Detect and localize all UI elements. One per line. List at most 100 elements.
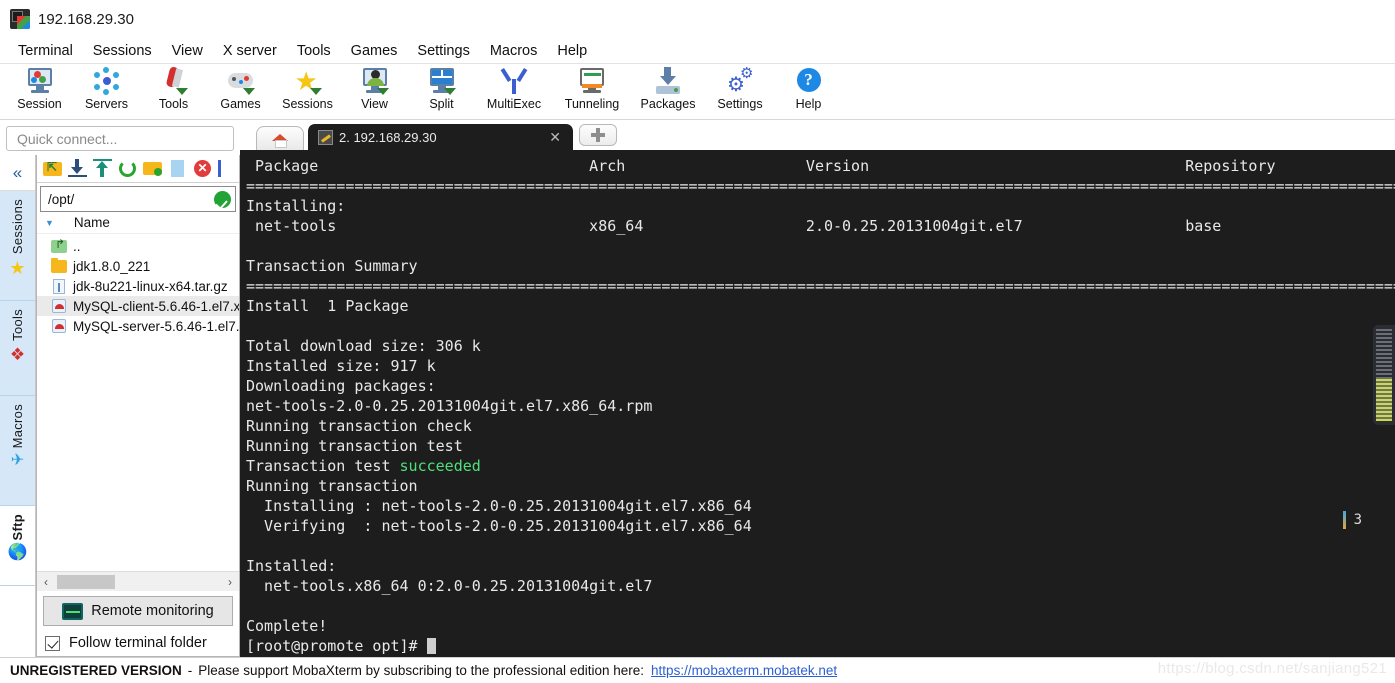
sftp-file-browser: ⇱ ✕ /opt/ ▼ Name ↰ .. jdk1.8.0_221 jdk-8… (36, 155, 240, 657)
follow-terminal-folder-checkbox[interactable]: Follow terminal folder (37, 630, 239, 656)
toolbar-label-multiexec: MultiExec (486, 97, 542, 111)
tools-icon (159, 66, 189, 96)
home-tab[interactable] (256, 126, 304, 150)
toolbar-button-split[interactable]: Split (408, 64, 475, 111)
go-up-folder-icon[interactable]: ⇱ (43, 159, 62, 178)
terminal-cursor (426, 638, 436, 654)
toolbar-button-tunneling[interactable]: Tunneling (553, 64, 631, 111)
terminal-line: Install 1 Package (246, 297, 409, 315)
toolbar-button-games[interactable]: Games (207, 64, 274, 111)
double-chevron-left-icon[interactable]: « (0, 155, 35, 191)
list-item[interactable]: jdk-8u221-linux-x64.tar.gz (37, 276, 239, 296)
status-dash: - (187, 663, 193, 678)
file-browser-path-input[interactable]: /opt/ (40, 186, 236, 212)
left-panel: Quick connect... « Sessions ★ Tools ❖ Ma… (0, 120, 240, 657)
green-check-icon (214, 190, 231, 208)
toolbar-button-tools[interactable]: Tools (140, 64, 207, 111)
file-browser-horizontal-scrollbar[interactable]: ‹ › (37, 571, 239, 591)
scroll-left-arrow-icon[interactable]: ‹ (37, 575, 55, 589)
close-icon[interactable]: ✕ (543, 129, 567, 146)
menu-view[interactable]: View (162, 41, 213, 61)
scrollbar-thumb[interactable] (57, 574, 115, 589)
new-file-icon[interactable] (168, 159, 187, 178)
toolbar-button-sessions[interactable]: ★ Sessions (274, 64, 341, 111)
download-icon[interactable] (68, 159, 87, 178)
terminal-success-text: succeeded (399, 457, 481, 475)
quick-connect-input[interactable]: Quick connect... (6, 126, 234, 151)
list-item[interactable]: MySQL-client-5.6.46-1.el7.x (37, 296, 239, 316)
toolbar-button-view[interactable]: View (341, 64, 408, 111)
mobaxterm-logo-icon (10, 9, 30, 29)
terminal-output[interactable]: Package Arch Version Repository ========… (240, 150, 1395, 657)
toolbar-button-help[interactable]: ? Help (775, 64, 842, 111)
toolbar-button-packages[interactable]: Packages (631, 64, 705, 111)
terminal-line: Installing : net-tools-2.0-0.25.20131004… (246, 497, 752, 515)
terminal-line: Verifying : net-tools-2.0-0.25.20131004g… (246, 517, 752, 535)
file-name: MySQL-client-5.6.46-1.el7.x (73, 298, 239, 314)
mobaxterm-link[interactable]: https://mobaxterm.mobatek.net (651, 663, 837, 678)
status-message: Please support MobaXterm by subscribing … (198, 663, 645, 678)
sidebar-tab-macros[interactable]: Macros ✈ (0, 396, 35, 506)
new-tab-button[interactable] (579, 124, 617, 146)
upload-icon[interactable] (93, 159, 112, 178)
new-folder-icon[interactable] (143, 159, 162, 178)
sidebar-tab-macros-label: Macros (10, 404, 25, 449)
usage-fill (1376, 379, 1392, 421)
terminal-line: Installing: (246, 197, 346, 215)
games-icon (226, 66, 256, 96)
checkbox-checked-icon[interactable] (45, 635, 60, 651)
toolbar-button-settings[interactable]: ⚙ ⚙ Settings (705, 64, 775, 111)
view-icon (360, 66, 390, 96)
terminal-line: Complete! (246, 617, 328, 635)
mini-value: 3 (1353, 512, 1362, 528)
sidebar-tab-tools[interactable]: Tools ❖ (0, 301, 35, 396)
menu-macros[interactable]: Macros (480, 41, 548, 61)
menu-games[interactable]: Games (341, 41, 408, 61)
menu-help[interactable]: Help (547, 41, 597, 61)
help-question-icon: ? (794, 66, 824, 96)
delete-icon[interactable]: ✕ (193, 159, 212, 178)
menu-tools[interactable]: Tools (287, 41, 341, 61)
terminal-line: ========================================… (246, 277, 1395, 295)
menu-terminal[interactable]: Terminal (8, 41, 83, 61)
file-name: .. (73, 238, 81, 254)
toolbar-button-session[interactable]: Session (6, 64, 73, 111)
folder-icon (51, 258, 67, 274)
terminal-usage-widget[interactable] (1373, 325, 1395, 425)
sidebar-tab-tools-label: Tools (10, 309, 25, 341)
file-browser-column-header[interactable]: ▼ Name (37, 212, 239, 234)
list-item[interactable]: MySQL-server-5.6.46-1.el7.x (37, 316, 239, 336)
terminal-prompt-line: [root@promote opt]# (246, 636, 1395, 656)
remote-monitoring-button[interactable]: Remote monitoring (43, 596, 233, 626)
toolbar-label-split: Split (429, 97, 454, 111)
menu-settings[interactable]: Settings (407, 41, 479, 61)
toolbar-label-help: Help (795, 97, 822, 111)
main-body: Quick connect... « Sessions ★ Tools ❖ Ma… (0, 120, 1395, 657)
monitor-graph-icon (62, 602, 84, 620)
list-item[interactable]: .. (37, 236, 239, 256)
star-icon: ★ (9, 258, 26, 279)
file-browser-list[interactable]: .. jdk1.8.0_221 jdk-8u221-linux-x64.tar.… (37, 234, 239, 571)
parent-folder-icon (51, 238, 67, 254)
unregistered-version-label: UNREGISTERED VERSION (10, 663, 182, 678)
scrollbar-track[interactable] (55, 574, 221, 589)
tab-strip: 2. 192.168.29.30 ✕ (240, 120, 1395, 150)
sidebar-tab-sftp[interactable]: Sftp 🌎 (0, 506, 35, 586)
scroll-right-arrow-icon[interactable]: › (221, 575, 239, 589)
menu-xserver[interactable]: X server (213, 41, 287, 61)
refresh-icon[interactable] (118, 159, 137, 178)
menu-bar: Terminal Sessions View X server Tools Ga… (0, 38, 1395, 64)
terminal-tab[interactable]: 2. 192.168.29.30 ✕ (308, 124, 573, 150)
toolbar-button-servers[interactable]: Servers (73, 64, 140, 111)
packages-icon (653, 66, 683, 96)
terminal-line-transaction-test: Transaction test succeeded (246, 456, 1395, 476)
mysql-rpm-icon (51, 318, 67, 334)
mysql-rpm-icon (51, 298, 67, 314)
sidebar-tab-sessions[interactable]: Sessions ★ (0, 191, 35, 301)
toolbar-button-multiexec[interactable]: MultiExec (475, 64, 553, 111)
terminal-line: Installed size: 917 k (246, 357, 436, 375)
menu-sessions[interactable]: Sessions (83, 41, 162, 61)
main-toolbar: Session Servers Tools Games ★ Sessions V… (0, 64, 1395, 120)
list-item[interactable]: jdk1.8.0_221 (37, 256, 239, 276)
